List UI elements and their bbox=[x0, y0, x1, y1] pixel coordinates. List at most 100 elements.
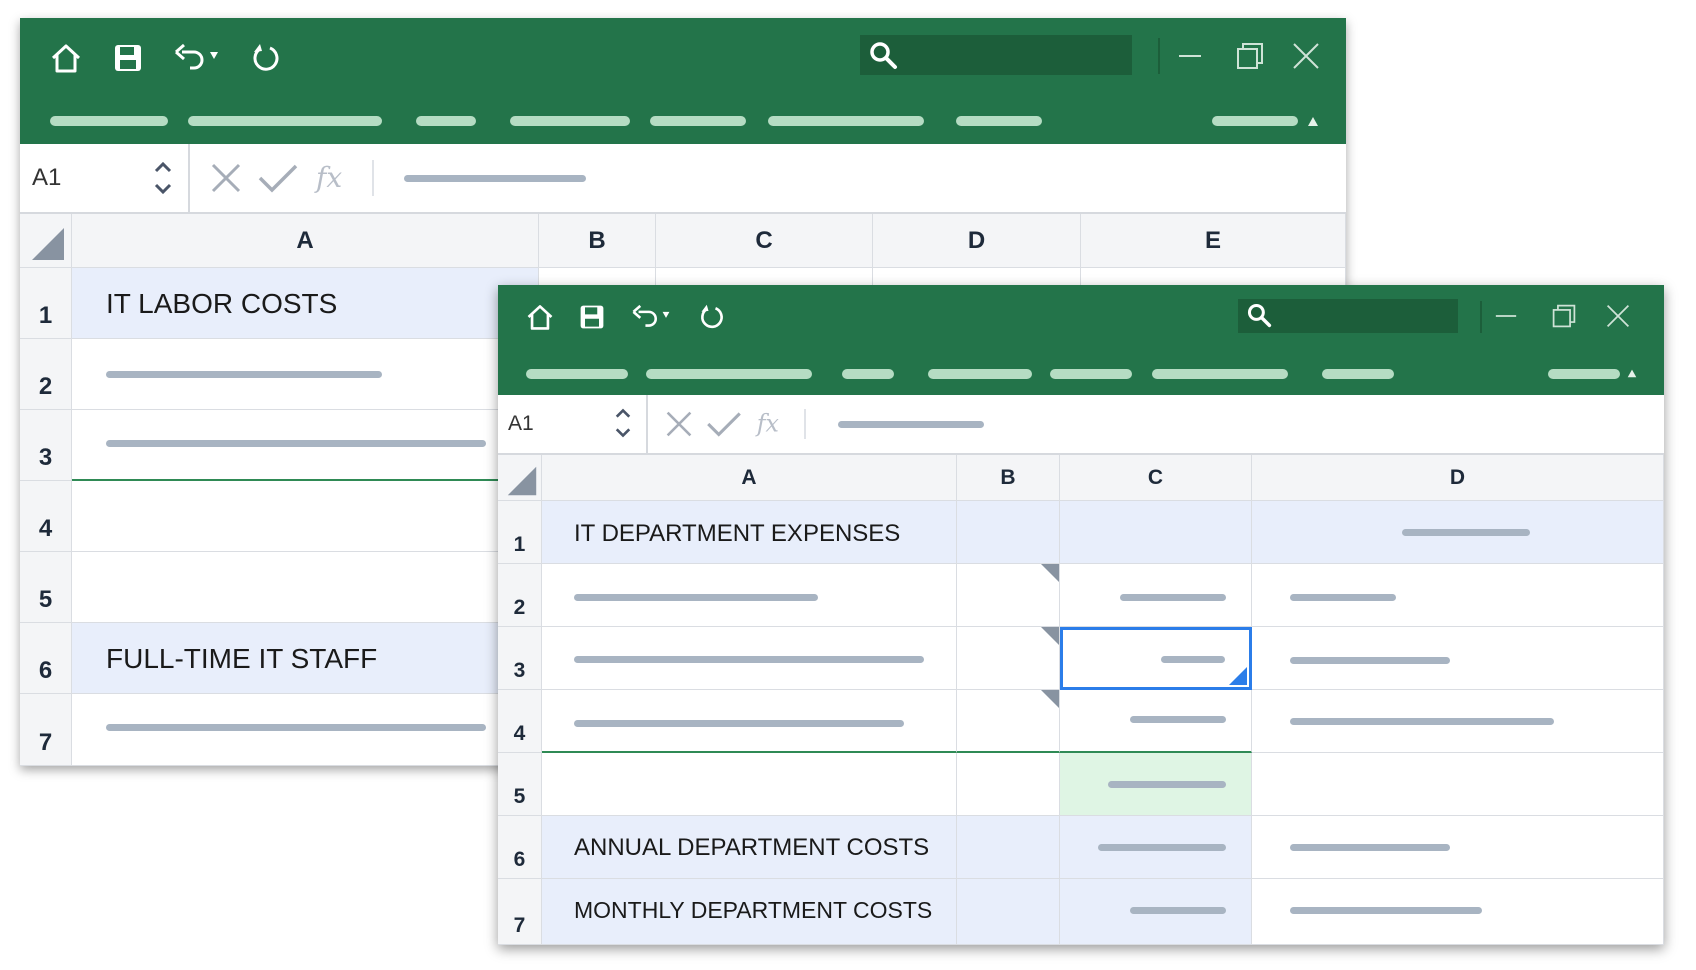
cell-a1[interactable]: IT LABOR COSTS bbox=[72, 268, 539, 339]
ribbon-tab[interactable] bbox=[188, 116, 382, 126]
cell-c1[interactable] bbox=[1060, 501, 1252, 564]
ribbon-tab[interactable] bbox=[650, 116, 746, 126]
cell-a1[interactable]: IT DEPARTMENT EXPENSES bbox=[542, 501, 957, 564]
close-icon[interactable] bbox=[1286, 38, 1326, 74]
cell-a7[interactable]: MONTHLY DEPARTMENT COSTS bbox=[542, 879, 957, 945]
check-icon[interactable] bbox=[256, 158, 300, 198]
row-header-4[interactable]: 4 bbox=[498, 690, 542, 753]
search-icon[interactable] bbox=[866, 38, 900, 72]
collapse-ribbon-icon[interactable] bbox=[1304, 112, 1322, 130]
fx-icon[interactable]: fx bbox=[752, 407, 792, 441]
ribbon-tab[interactable] bbox=[1152, 369, 1288, 379]
cell-c2[interactable] bbox=[1060, 564, 1252, 627]
column-header-d[interactable]: D bbox=[1252, 455, 1664, 501]
cell-d2[interactable] bbox=[1252, 564, 1664, 627]
cell-d4[interactable] bbox=[1252, 690, 1664, 753]
home-icon[interactable] bbox=[522, 299, 558, 335]
cell-d7[interactable] bbox=[1252, 879, 1664, 945]
cancel-x-icon[interactable] bbox=[206, 158, 246, 198]
cell-b4[interactable] bbox=[957, 690, 1060, 753]
save-icon[interactable] bbox=[108, 38, 148, 78]
cell-a6[interactable]: FULL-TIME IT STAFF bbox=[72, 623, 539, 694]
column-header-a[interactable]: A bbox=[72, 214, 539, 268]
ribbon-tab[interactable] bbox=[768, 116, 924, 126]
search-box[interactable] bbox=[860, 35, 1132, 75]
column-header-a[interactable]: A bbox=[542, 455, 957, 501]
cell-a2[interactable] bbox=[72, 339, 539, 410]
cell-b5[interactable] bbox=[957, 753, 1060, 816]
ribbon-tab[interactable] bbox=[416, 116, 476, 126]
formula-content-placeholder[interactable] bbox=[838, 421, 984, 428]
save-icon[interactable] bbox=[574, 299, 610, 335]
restore-icon[interactable] bbox=[1230, 38, 1270, 74]
ribbon-tab[interactable] bbox=[646, 369, 812, 379]
ribbon-tab[interactable] bbox=[1212, 116, 1298, 126]
cell-b7[interactable] bbox=[957, 879, 1060, 945]
ribbon-tab[interactable] bbox=[842, 369, 894, 379]
fx-icon[interactable]: fx bbox=[312, 158, 356, 198]
comment-indicator[interactable] bbox=[1041, 690, 1059, 708]
row-header-6[interactable]: 6 bbox=[498, 816, 542, 879]
cell-b2[interactable] bbox=[957, 564, 1060, 627]
undo-icon[interactable] bbox=[628, 299, 680, 335]
cell-a4[interactable] bbox=[542, 690, 957, 753]
restore-icon[interactable] bbox=[1546, 299, 1582, 333]
ribbon-tab[interactable] bbox=[510, 116, 630, 126]
row-header-6[interactable]: 6 bbox=[20, 623, 72, 694]
ribbon-tab[interactable] bbox=[956, 116, 1042, 126]
row-header-7[interactable]: 7 bbox=[498, 879, 542, 945]
search-icon[interactable] bbox=[1244, 300, 1274, 330]
cell-c6[interactable] bbox=[1060, 816, 1252, 879]
column-header-b[interactable]: B bbox=[539, 214, 656, 268]
cell-c5[interactable] bbox=[1060, 753, 1252, 816]
cell-a3[interactable] bbox=[72, 410, 539, 481]
comment-indicator[interactable] bbox=[1041, 564, 1059, 582]
cell-b6[interactable] bbox=[957, 816, 1060, 879]
minimize-icon[interactable] bbox=[1488, 299, 1524, 333]
undo-icon[interactable] bbox=[170, 38, 230, 78]
row-header-4[interactable]: 4 bbox=[20, 481, 72, 552]
collapse-ribbon-icon[interactable] bbox=[1624, 365, 1640, 381]
row-header-3[interactable]: 3 bbox=[20, 410, 72, 481]
cell-a5[interactable] bbox=[72, 552, 539, 623]
cell-c4[interactable] bbox=[1060, 690, 1252, 753]
column-header-b[interactable]: B bbox=[957, 455, 1060, 501]
cell-d5[interactable] bbox=[1252, 753, 1664, 816]
ribbon-tab[interactable] bbox=[1050, 369, 1132, 379]
row-header-1[interactable]: 1 bbox=[20, 268, 72, 339]
fill-handle[interactable] bbox=[1229, 667, 1247, 685]
cell-c7[interactable] bbox=[1060, 879, 1252, 945]
row-header-3[interactable]: 3 bbox=[498, 627, 542, 690]
column-header-c[interactable]: C bbox=[1060, 455, 1252, 501]
cancel-x-icon[interactable] bbox=[662, 407, 696, 441]
cell-c3-selected[interactable] bbox=[1060, 627, 1252, 690]
cell-a7[interactable] bbox=[72, 694, 539, 766]
minimize-icon[interactable] bbox=[1170, 38, 1210, 74]
check-icon[interactable] bbox=[704, 407, 744, 441]
comment-indicator[interactable] bbox=[1041, 627, 1059, 645]
redo-icon[interactable] bbox=[694, 299, 730, 335]
cell-a6[interactable]: ANNUAL DEPARTMENT COSTS bbox=[542, 816, 957, 879]
cell-a2[interactable] bbox=[542, 564, 957, 627]
home-icon[interactable] bbox=[46, 38, 86, 78]
column-header-d[interactable]: D bbox=[873, 214, 1081, 268]
redo-icon[interactable] bbox=[246, 38, 286, 78]
column-header-e[interactable]: E bbox=[1081, 214, 1346, 268]
row-header-1[interactable]: 1 bbox=[498, 501, 542, 564]
row-header-2[interactable]: 2 bbox=[498, 564, 542, 627]
cell-a3[interactable] bbox=[542, 627, 957, 690]
column-header-c[interactable]: C bbox=[656, 214, 873, 268]
select-all-corner[interactable] bbox=[498, 455, 542, 501]
ribbon-tab[interactable] bbox=[1548, 369, 1620, 379]
cell-d3[interactable] bbox=[1252, 627, 1664, 690]
cell-d6[interactable] bbox=[1252, 816, 1664, 879]
name-box[interactable]: A1 bbox=[498, 395, 648, 453]
select-all-corner[interactable] bbox=[20, 214, 72, 268]
ribbon-tab[interactable] bbox=[928, 369, 1032, 379]
ribbon-tab[interactable] bbox=[50, 116, 168, 126]
ribbon-tab[interactable] bbox=[526, 369, 628, 379]
close-icon[interactable] bbox=[1600, 299, 1636, 333]
cell-a4[interactable] bbox=[72, 481, 539, 552]
ribbon-tab[interactable] bbox=[1322, 369, 1394, 379]
spinner-icon[interactable] bbox=[610, 405, 636, 441]
